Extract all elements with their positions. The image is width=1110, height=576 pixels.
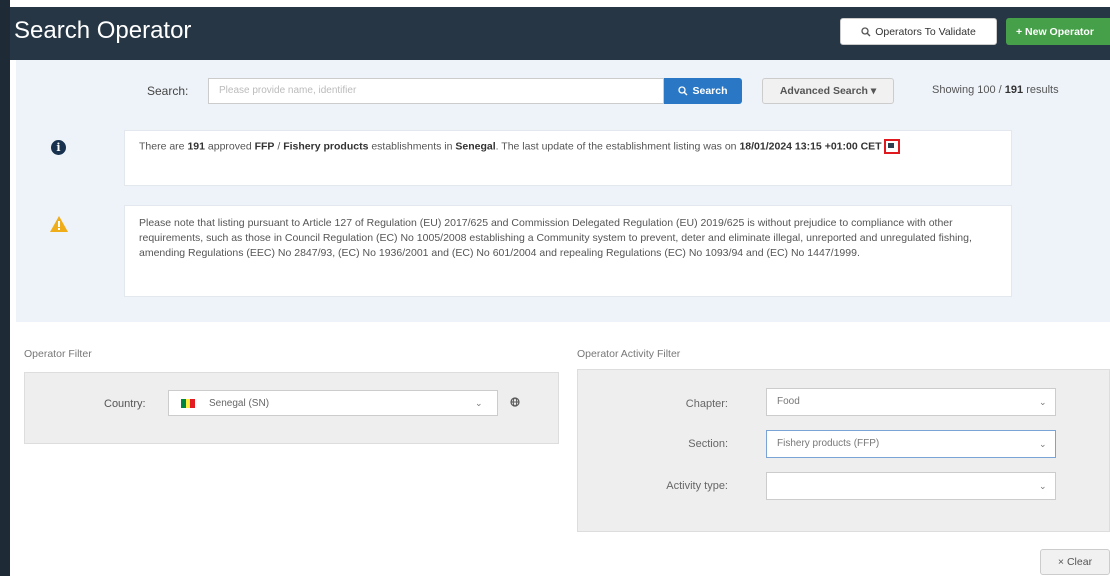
country-label: Country: [104, 398, 146, 410]
chevron-down-icon: ⌄ [1039, 481, 1047, 491]
info-category: Fishery products [283, 140, 369, 153]
search-button[interactable]: Search [664, 78, 742, 104]
info-icon: i [51, 140, 66, 155]
section-select[interactable]: Fishery products (FFP) ⌄ [766, 430, 1056, 458]
clear-button[interactable]: × Clear [1040, 549, 1110, 575]
activity-filter-title: Operator Activity Filter [577, 348, 681, 360]
info-count: 191 [187, 140, 205, 153]
activity-type-label: Activity type: [666, 480, 728, 492]
senegal-flag-icon [181, 398, 196, 408]
warning-icon [50, 216, 68, 232]
chevron-down-icon: ⌄ [1039, 397, 1047, 407]
warning-message: Please note that listing pursuant to Art… [124, 205, 1012, 297]
info-text: . The last update of the establishment l… [495, 140, 740, 153]
country-value: Senegal (SN) [209, 397, 270, 409]
search-icon [861, 26, 871, 36]
search-input[interactable]: Please provide name, identifier [208, 78, 664, 104]
search-label: Search: [147, 84, 189, 98]
operators-to-validate-label: Operators To Validate [875, 25, 976, 38]
results-prefix: Showing 100 / [932, 84, 1005, 96]
operator-filter-title: Operator Filter [24, 348, 92, 360]
globe-icon[interactable] [510, 397, 520, 407]
new-operator-button[interactable]: + New Operator [1006, 18, 1110, 45]
info-code: FFP [254, 140, 275, 153]
chevron-down-icon: ⌄ [475, 398, 483, 408]
info-text: There are [139, 140, 188, 153]
info-country: Senegal [455, 140, 496, 153]
section-label: Section: [688, 438, 728, 450]
info-date: 18/01/2024 13:15 +01:00 CET [739, 140, 882, 153]
activity-type-select[interactable]: ⌄ [766, 472, 1056, 500]
country-select[interactable]: Senegal (SN) ⌄ [168, 390, 498, 416]
page-title: Search Operator [14, 17, 192, 44]
search-button-label: Search [692, 85, 728, 97]
results-count: Showing 100 / 191 results [932, 84, 1059, 96]
chapter-select[interactable]: Food ⌄ [766, 388, 1056, 416]
chapter-value: Food [777, 396, 800, 407]
calendar-icon[interactable] [883, 139, 900, 154]
results-suffix: results [1023, 84, 1059, 96]
info-text: approved [204, 140, 255, 153]
new-operator-label: + New Operator [1016, 25, 1094, 38]
operators-to-validate-button[interactable]: Operators To Validate [840, 18, 997, 45]
left-edge-bar [0, 0, 10, 576]
section-value: Fishery products (FFP) [777, 438, 880, 449]
search-icon [678, 86, 688, 96]
chevron-down-icon: ⌄ [1039, 439, 1047, 449]
advanced-search-button[interactable]: Advanced Search ▾ [762, 78, 894, 104]
chapter-label: Chapter: [685, 398, 728, 410]
info-message: There are 191 approved FFP / Fishery pro… [124, 130, 1012, 186]
results-total: 191 [1004, 84, 1024, 96]
info-text: / [274, 140, 284, 153]
info-text: establishments in [368, 140, 456, 153]
